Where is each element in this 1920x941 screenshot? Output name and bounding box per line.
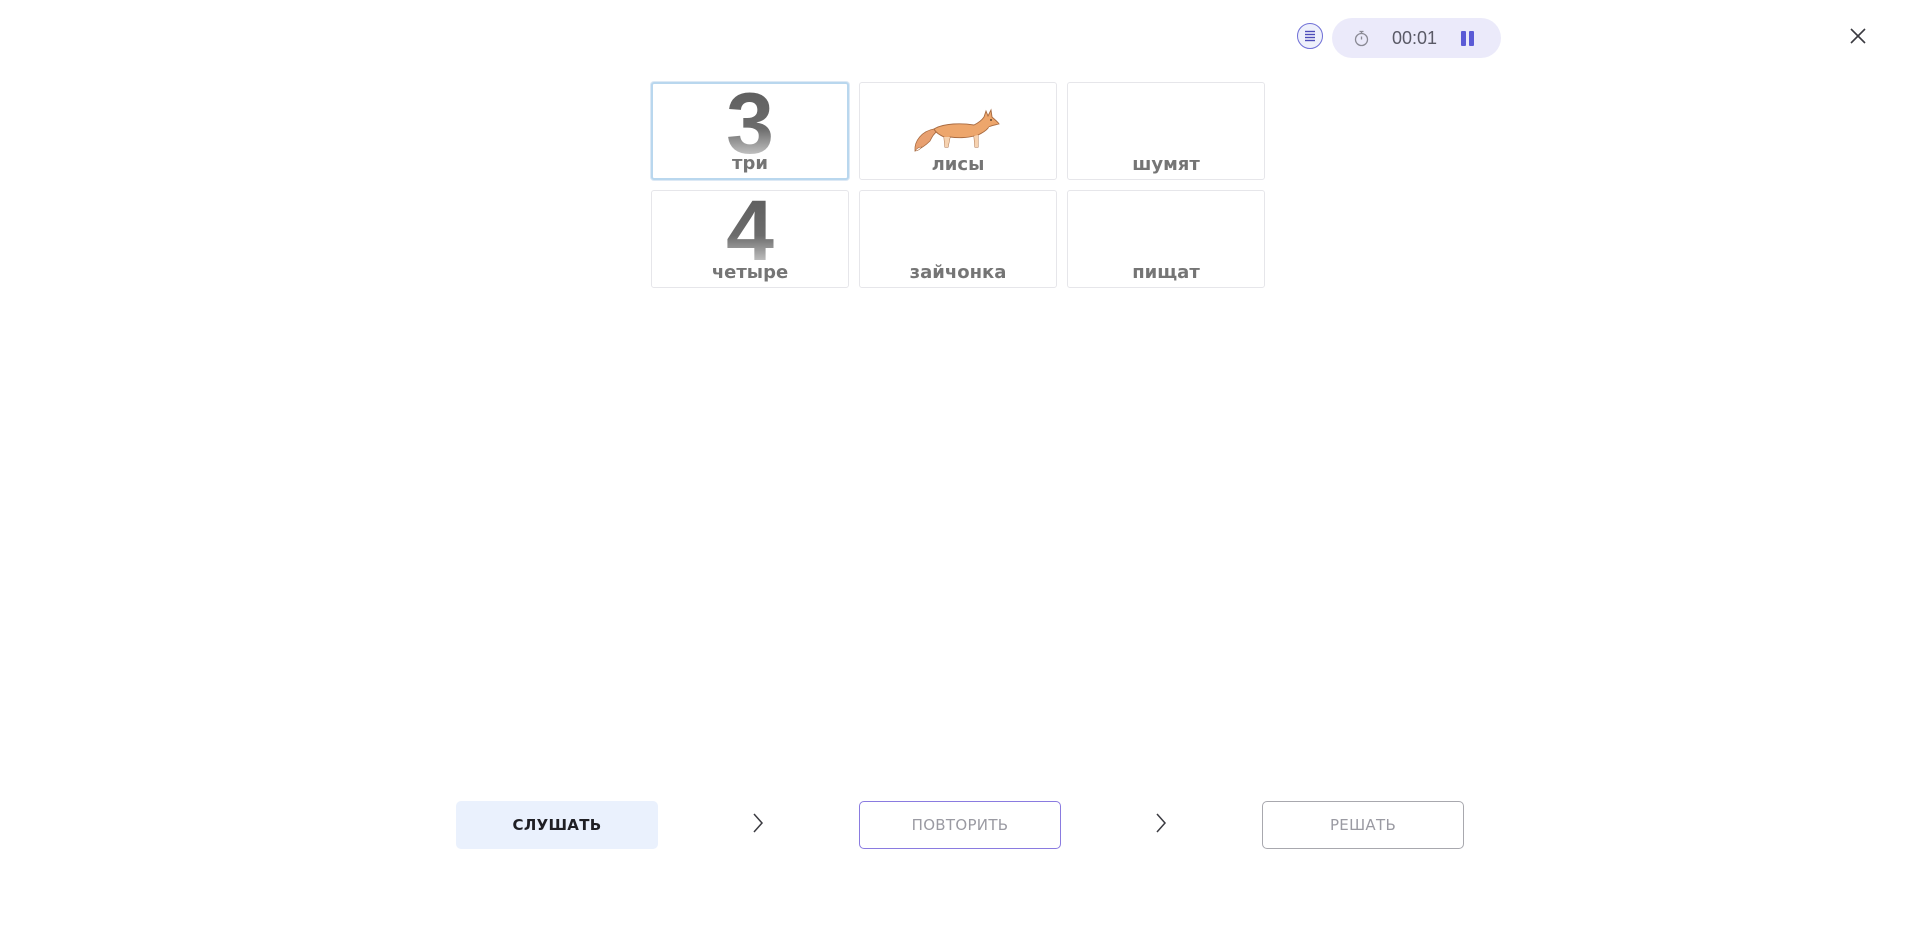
word-card[interactable]: лисы — [859, 82, 1057, 180]
word-grid: 3 три лисы шумят 4 четыре зайчонка пищат — [651, 82, 1271, 292]
word-card[interactable]: 3 три — [651, 82, 849, 180]
stopwatch-icon — [1354, 30, 1369, 47]
word-card[interactable]: зайчонка — [859, 190, 1057, 288]
listen-button[interactable]: СЛУШАТЬ — [456, 801, 658, 849]
card-label: четыре — [711, 262, 789, 283]
pause-icon[interactable] — [1457, 28, 1479, 48]
timer-panel: 00:01 — [1332, 18, 1501, 58]
menu-button[interactable] — [1297, 23, 1323, 49]
word-card[interactable]: шумят — [1067, 82, 1265, 180]
card-label: зайчонка — [909, 262, 1007, 283]
card-label: пищат — [1132, 262, 1200, 283]
close-icon[interactable] — [1846, 24, 1870, 48]
card-label: три — [732, 153, 768, 174]
word-card[interactable]: пищат — [1067, 190, 1265, 288]
solve-button[interactable]: РЕШАТЬ — [1262, 801, 1464, 849]
card-label: лисы — [931, 154, 985, 175]
chevron-right-icon — [1156, 813, 1167, 833]
timer-value: 00:01 — [1392, 28, 1438, 48]
fox-image — [914, 108, 1000, 152]
repeat-button[interactable]: ПОВТОРИТЬ — [859, 801, 1061, 849]
word-card[interactable]: 4 четыре — [651, 190, 849, 288]
exercise-screen: 00:01 3 три лисы шумят 4 четыре зайчонка… — [0, 0, 1920, 941]
chevron-right-icon — [753, 813, 764, 833]
list-icon — [1305, 30, 1315, 42]
card-label: шумят — [1132, 154, 1200, 175]
